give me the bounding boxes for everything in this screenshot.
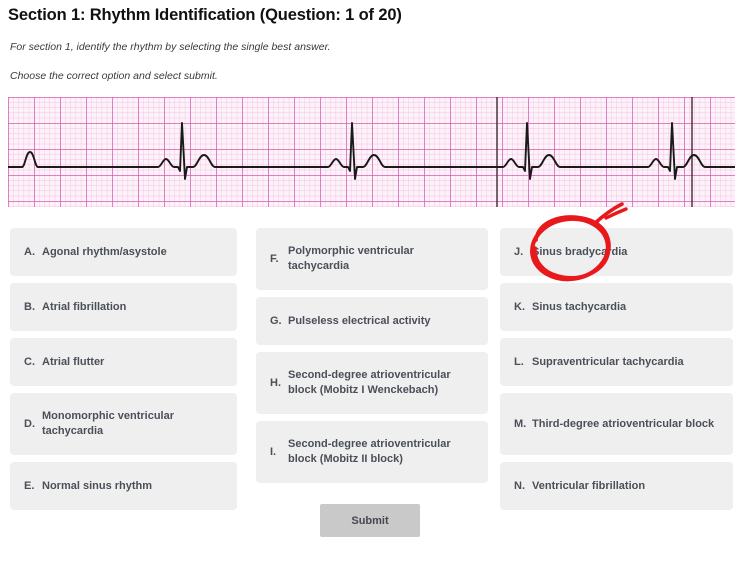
- option-a[interactable]: A. Agonal rhythm/asystole: [10, 228, 237, 276]
- option-f[interactable]: F. Polymorphic ventricular tachycardia: [256, 228, 488, 290]
- instruction-line-1: For section 1, identify the rhythm by se…: [10, 41, 331, 53]
- option-f-letter: F.: [270, 252, 279, 265]
- option-f-label: Polymorphic ventricular tachycardia: [288, 245, 414, 272]
- option-g-label: Pulseless electrical activity: [288, 314, 431, 327]
- option-m-letter: M.: [514, 417, 527, 430]
- option-a-letter: A.: [24, 245, 35, 258]
- option-c-label: Atrial flutter: [42, 355, 105, 368]
- option-n-label: Ventricular fibrillation: [532, 479, 646, 492]
- option-c-letter: C.: [24, 355, 35, 368]
- instruction-line-2: Choose the correct option and select sub…: [10, 70, 218, 82]
- options-column-2: F. Polymorphic ventricular tachycardia G…: [256, 228, 488, 490]
- page-title: Section 1: Rhythm Identification (Questi…: [8, 6, 402, 24]
- option-l[interactable]: L. Supraventricular tachycardia: [500, 338, 733, 386]
- option-n[interactable]: N. Ventricular fibrillation: [500, 462, 733, 510]
- option-e-letter: E.: [24, 479, 35, 492]
- option-c[interactable]: C. Atrial flutter: [10, 338, 237, 386]
- option-a-label: Agonal rhythm/asystole: [42, 245, 167, 258]
- option-l-letter: L.: [514, 355, 524, 368]
- option-b-letter: B.: [24, 300, 35, 313]
- option-g-letter: G.: [270, 314, 282, 327]
- options-column-3: J. Sinus bradycardia K. Sinus tachycardi…: [500, 228, 733, 517]
- option-j[interactable]: J. Sinus bradycardia: [500, 228, 733, 276]
- ecg-waveform-svg: [8, 97, 735, 207]
- option-b[interactable]: B. Atrial fibrillation: [10, 283, 237, 331]
- option-j-letter: J.: [514, 245, 524, 258]
- option-i-label: Second-degree atrioventricular block (Mo…: [288, 438, 451, 465]
- option-k-letter: K.: [514, 300, 525, 313]
- option-h-label: Second-degree atrioventricular block (Mo…: [288, 369, 451, 396]
- option-n-letter: N.: [514, 479, 525, 492]
- option-d-label: Monomorphic ventricular tachycardia: [42, 410, 175, 437]
- option-k[interactable]: K. Sinus tachycardia: [500, 283, 733, 331]
- submit-button[interactable]: Submit: [320, 504, 420, 537]
- option-i-letter: I.: [270, 445, 277, 458]
- option-g[interactable]: G. Pulseless electrical activity: [256, 297, 488, 345]
- option-k-label: Sinus tachycardia: [532, 300, 627, 313]
- option-b-label: Atrial fibrillation: [42, 300, 127, 313]
- option-m[interactable]: M. Third-degree atrioventricular block: [500, 393, 733, 455]
- option-i[interactable]: I. Second-degree atrioventricular block …: [256, 421, 488, 483]
- option-h-letter: H.: [270, 376, 281, 389]
- option-l-label: Supraventricular tachycardia: [532, 355, 684, 368]
- option-j-label: Sinus bradycardia: [532, 245, 628, 258]
- options-column-1: A. Agonal rhythm/asystole B. Atrial fibr…: [10, 228, 237, 517]
- ecg-rhythm-strip: [8, 97, 735, 207]
- option-e-label: Normal sinus rhythm: [42, 479, 153, 492]
- option-h[interactable]: H. Second-degree atrioventricular block …: [256, 352, 488, 414]
- option-d-letter: D.: [24, 417, 35, 430]
- option-d[interactable]: D. Monomorphic ventricular tachycardia: [10, 393, 237, 455]
- option-m-label: Third-degree atrioventricular block: [532, 417, 715, 430]
- option-e[interactable]: E. Normal sinus rhythm: [10, 462, 237, 510]
